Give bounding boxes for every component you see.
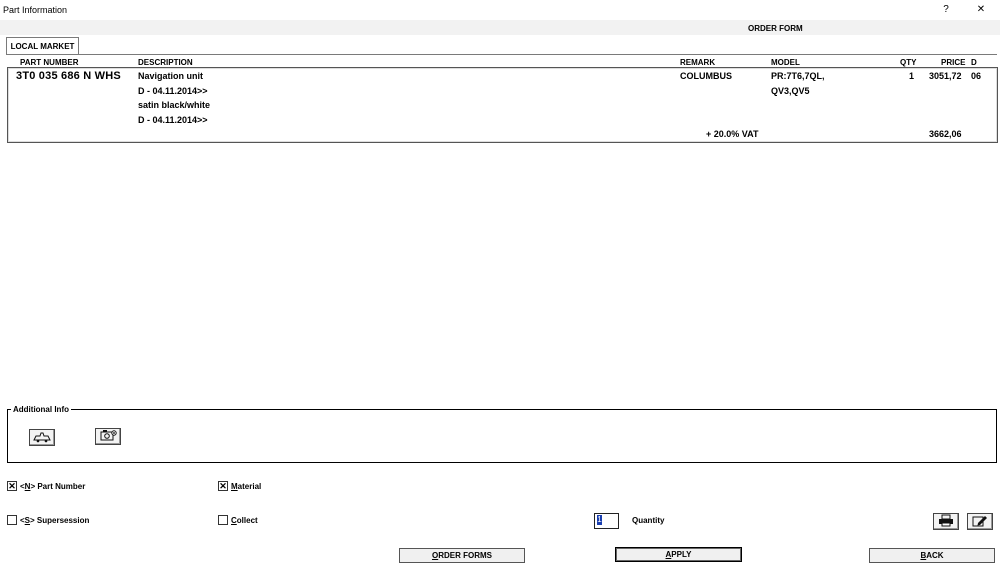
col-price[interactable]: PRICE (941, 58, 965, 67)
part-number-option-label[interactable]: <N> Part Number (20, 482, 85, 491)
tab-local-market[interactable]: LOCAL MARKET (6, 37, 79, 55)
help-button[interactable]: ? (932, 2, 960, 18)
material-checkbox[interactable]: ✕ (218, 481, 228, 491)
material-option-label[interactable]: Material (231, 482, 261, 491)
close-button[interactable]: ✕ (967, 2, 995, 18)
col-remark[interactable]: REMARK (680, 58, 715, 67)
additional-info-group (7, 409, 997, 463)
collect-checkbox[interactable] (218, 515, 228, 525)
row-model-line: QV3,QV5 (771, 86, 810, 96)
row-qty: 1 (909, 71, 915, 81)
vat-total: 3662,06 (929, 129, 962, 139)
row-description-line: satin black/white (138, 100, 211, 110)
edit-button[interactable] (967, 513, 993, 530)
supersession-option-label[interactable]: <S> Supersession (20, 516, 89, 525)
tab-divider (6, 54, 997, 55)
row-d: 06 (971, 71, 982, 81)
row-part-number: 3T0 035 686 N WHS (16, 70, 121, 82)
edit-icon (972, 516, 987, 527)
row-description-line: Navigation unit (138, 71, 203, 81)
header-band (0, 20, 1000, 35)
quantity-value[interactable]: 1 (597, 515, 602, 525)
col-part-number[interactable]: PART NUMBER (20, 58, 79, 67)
row-description-line: D - 04.11.2014>> (138, 86, 208, 96)
col-qty[interactable]: QTY (900, 58, 916, 67)
part-number-checkbox[interactable]: ✕ (7, 481, 17, 491)
camera-button[interactable] (95, 428, 121, 445)
print-icon (939, 514, 953, 527)
print-button[interactable] (933, 513, 959, 530)
row-remark: COLUMBUS (680, 71, 732, 81)
quantity-label: Quantity (632, 516, 665, 525)
camera-icon (100, 430, 117, 441)
order-forms-button[interactable]: ORDER FORMS (399, 548, 525, 563)
col-model[interactable]: MODEL (771, 58, 800, 67)
title-bar (0, 0, 1000, 20)
col-d[interactable]: D (971, 58, 977, 67)
row-price: 3051,72 (929, 71, 962, 81)
collect-option-label[interactable]: Collect (231, 516, 258, 525)
back-button[interactable]: BACK (869, 548, 995, 563)
row-description-line: D - 04.11.2014>> (138, 115, 208, 125)
supersession-checkbox[interactable] (7, 515, 17, 525)
row-model-line: PR:7T6,7QL, (771, 71, 825, 81)
vehicle-icon (33, 432, 51, 443)
order-form-title: ORDER FORM (748, 24, 803, 33)
col-description[interactable]: DESCRIPTION (138, 58, 193, 67)
additional-info-label: Additional Info (11, 405, 71, 414)
apply-button[interactable]: APPLY (615, 547, 742, 562)
vat-label: + 20.0% VAT (706, 129, 759, 139)
window-title: Part Information (3, 5, 68, 15)
vehicle-button[interactable] (29, 429, 55, 446)
